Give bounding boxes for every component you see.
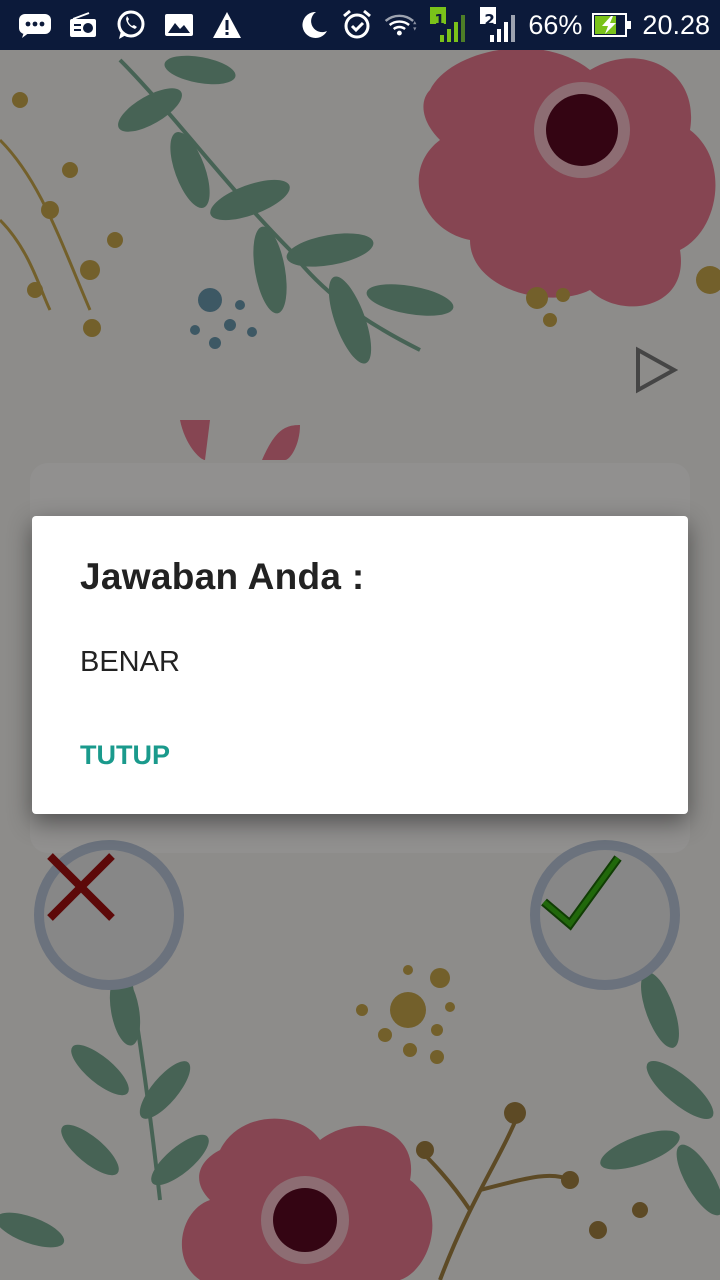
dialog-message: BENAR	[80, 646, 180, 678]
sim2-label: 2	[484, 11, 495, 29]
wifi-icon	[384, 10, 418, 40]
sim1-signal-icon: 1	[428, 7, 468, 42]
dialog-title: Jawaban Anda :	[80, 556, 365, 597]
notification-icons	[18, 10, 244, 40]
close-button[interactable]: TUTUP	[72, 734, 178, 777]
battery-charging-icon	[592, 10, 632, 40]
warning-icon	[210, 10, 244, 40]
answer-dialog: Jawaban Anda : BENAR TUTUP	[32, 516, 688, 814]
whatsapp-icon	[114, 10, 148, 40]
gallery-icon	[162, 10, 196, 40]
battery-percent: 66%	[528, 9, 583, 40]
moon-icon	[296, 10, 330, 40]
status-bar: 1 2 66% 20.28	[0, 0, 720, 50]
alarm-icon	[340, 9, 374, 40]
sim2-signal-icon: 2	[478, 7, 518, 42]
radio-icon	[66, 10, 100, 40]
system-icons: 1 2 66% 20.28	[296, 7, 710, 42]
chat-bubble-icon	[18, 10, 52, 40]
clock: 20.28	[642, 9, 710, 40]
sim1-label: 1	[434, 11, 445, 29]
